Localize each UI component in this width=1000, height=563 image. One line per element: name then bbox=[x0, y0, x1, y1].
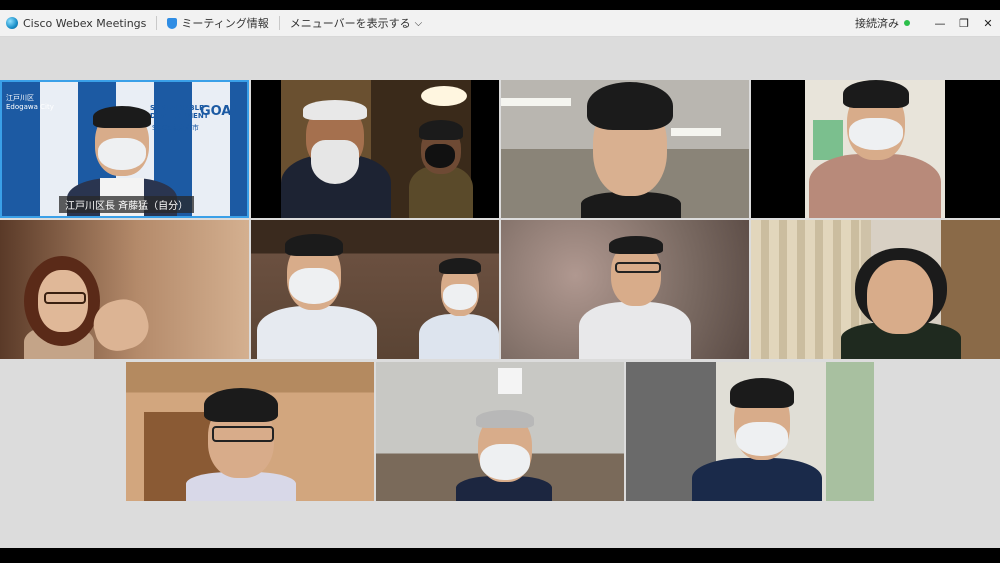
divider bbox=[156, 16, 158, 30]
status-dot-icon bbox=[904, 20, 910, 26]
self-name-tag: 江戸川区長 斉藤猛（自分） bbox=[59, 196, 195, 213]
shield-icon bbox=[167, 17, 178, 29]
video-tile-participant-4[interactable] bbox=[751, 80, 1000, 218]
title-bar: Cisco Webex Meetings ミーティング情報 メニューバーを表示す… bbox=[0, 10, 1000, 37]
ceiling-light bbox=[501, 98, 571, 106]
connection-status: 接続済み bbox=[855, 15, 910, 31]
video-tile-participant-7[interactable] bbox=[501, 220, 749, 359]
participant-figure bbox=[575, 236, 695, 359]
participant-figure bbox=[24, 256, 154, 359]
divider bbox=[278, 16, 280, 30]
video-tile-self[interactable]: 江戸川区 Edogawa City SUSTAINABLE DEVELOPMEN… bbox=[0, 80, 249, 218]
webex-logo-icon bbox=[6, 17, 18, 29]
participant-figure bbox=[841, 248, 961, 359]
participant-figure bbox=[419, 258, 499, 359]
backdrop-text: 江戸川区 Edogawa City bbox=[6, 94, 54, 111]
video-grid: 江戸川区 Edogawa City SUSTAINABLE DEVELOPMEN… bbox=[0, 37, 1000, 548]
video-tile-participant-9[interactable] bbox=[126, 362, 374, 501]
chevron-down-icon: ⌵ bbox=[414, 17, 423, 29]
meeting-info-button[interactable]: ミーティング情報 bbox=[167, 15, 269, 31]
video-tile-participant-2[interactable] bbox=[251, 80, 499, 218]
video-tile-participant-6[interactable] bbox=[251, 220, 499, 359]
participant-figure bbox=[186, 388, 296, 501]
video-tile-participant-11[interactable] bbox=[626, 362, 874, 501]
participant-figure bbox=[409, 120, 473, 218]
video-tile-participant-8[interactable] bbox=[751, 220, 1000, 359]
minimize-button[interactable]: — bbox=[928, 17, 952, 30]
video-tile-participant-5[interactable] bbox=[0, 220, 249, 359]
ceiling-light bbox=[498, 368, 522, 394]
title-bar-right: 接続済み — ❐ ✕ bbox=[855, 15, 1000, 31]
participant-figure bbox=[809, 80, 941, 218]
participant-figure bbox=[692, 378, 822, 501]
bottom-letterbox bbox=[0, 548, 1000, 563]
participant-figure bbox=[257, 234, 377, 359]
ceiling-light bbox=[421, 86, 467, 106]
app-name: Cisco Webex Meetings bbox=[23, 16, 147, 30]
backdrop-goals-text: GOALS bbox=[200, 104, 249, 119]
participant-figure bbox=[281, 100, 391, 218]
show-menubar-button[interactable]: メニューバーを表示する ⌵ bbox=[290, 15, 422, 31]
connection-status-label: 接続済み bbox=[855, 17, 899, 30]
close-button[interactable]: ✕ bbox=[976, 17, 1000, 30]
video-tile-participant-3[interactable] bbox=[501, 80, 749, 218]
video-tile-participant-10[interactable] bbox=[376, 362, 624, 501]
participant-figure bbox=[571, 82, 691, 218]
show-menubar-label: メニューバーを表示する bbox=[289, 17, 411, 30]
participant-figure bbox=[456, 410, 552, 501]
restore-button[interactable]: ❐ bbox=[952, 17, 976, 30]
meeting-info-label: ミーティング情報 bbox=[181, 17, 269, 30]
